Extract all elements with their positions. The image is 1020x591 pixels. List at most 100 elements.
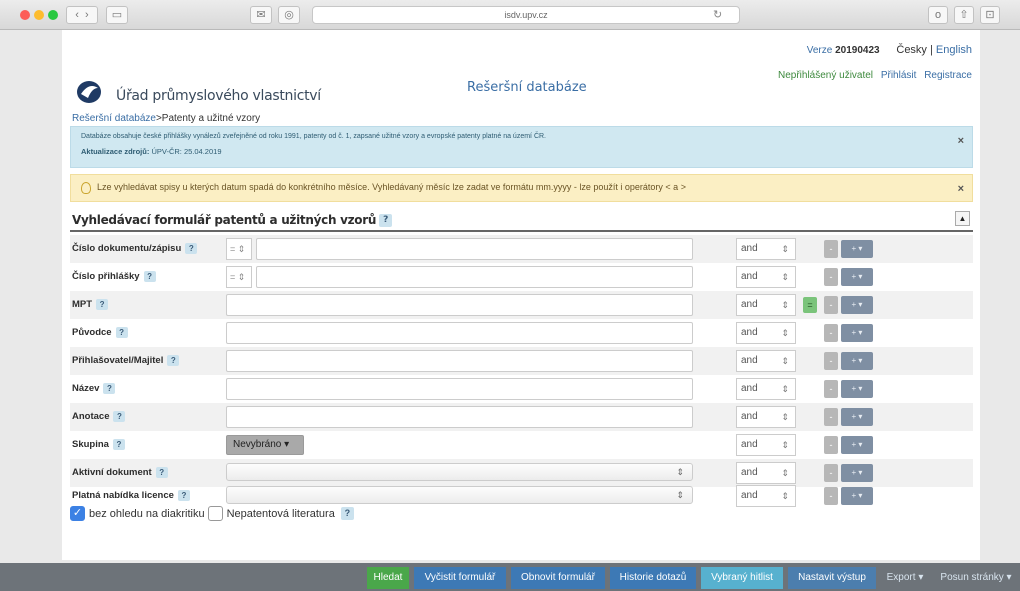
add-field-button[interactable]: + ▾ — [841, 464, 873, 482]
register-link[interactable]: Registrace — [924, 70, 972, 81]
tabs-icon[interactable]: ⊡ — [980, 6, 1000, 24]
warning-close-icon[interactable]: × — [958, 183, 964, 195]
add-field-button[interactable]: + ▾ — [841, 296, 873, 314]
remove-field-button[interactable]: - — [824, 464, 838, 482]
help-icon[interactable]: ? — [177, 490, 190, 501]
help-icon[interactable]: ? — [96, 299, 109, 310]
info-close-icon[interactable]: × — [958, 135, 964, 147]
remove-field-button[interactable]: - — [824, 487, 838, 505]
remove-field-button[interactable]: - — [824, 352, 838, 370]
add-field-button[interactable]: + ▾ — [841, 352, 873, 370]
add-field-button[interactable]: + ▾ — [841, 408, 873, 426]
help-icon[interactable]: ? — [185, 243, 198, 254]
help-icon[interactable]: ? — [103, 383, 116, 394]
restore-form-button[interactable]: Obnovit formulář — [511, 567, 605, 589]
annotation-input[interactable] — [226, 406, 693, 428]
logic-operator-select[interactable]: and ⇕ — [736, 406, 796, 428]
page-shift-dropdown[interactable]: Posun stránky ▾ — [934, 567, 1018, 589]
nonpatent-help-icon[interactable]: ? — [340, 507, 354, 520]
search-button[interactable]: Hledat — [367, 567, 409, 589]
remove-field-button[interactable]: - — [824, 240, 838, 258]
set-output-button[interactable]: Nastavit výstup — [788, 567, 876, 589]
help-icon[interactable]: ? — [167, 355, 180, 366]
operator-select[interactable]: = ⇕ — [226, 266, 252, 288]
logic-operator-select[interactable]: and ⇕ — [736, 462, 796, 484]
field-label-text: Číslo přihlášky — [72, 271, 140, 283]
remove-field-button[interactable]: - — [824, 436, 838, 454]
lang-en-link[interactable]: English — [936, 44, 972, 56]
action-bar: Hledat Vyčistit formulář Obnovit formulá… — [0, 563, 1020, 591]
add-field-button[interactable]: + ▾ — [841, 487, 873, 505]
applicant-owner-input[interactable] — [226, 350, 693, 372]
add-field-button[interactable]: + ▾ — [841, 268, 873, 286]
field-label-text: Platná nabídka licence — [72, 490, 174, 502]
collapse-form-button[interactable]: ▲ — [955, 211, 970, 226]
add-field-button[interactable]: + ▾ — [841, 324, 873, 342]
office-logo-icon[interactable] — [76, 80, 102, 104]
active-document-select[interactable]: ⇕ — [226, 463, 693, 481]
remove-field-button[interactable]: - — [824, 268, 838, 286]
help-icon[interactable]: ? — [143, 271, 156, 282]
logic-operator-select[interactable]: and ⇕ — [736, 294, 796, 316]
close-window-icon[interactable] — [20, 10, 30, 20]
query-history-button[interactable]: Historie dotazů — [610, 567, 696, 589]
form-title-rule — [70, 230, 973, 232]
logic-operator-select[interactable]: and ⇕ — [736, 322, 796, 344]
office-name[interactable]: Úřad průmyslového vlastnictví — [116, 88, 321, 104]
diacritics-checkbox[interactable]: ✓ — [70, 506, 85, 521]
add-field-button[interactable]: + ▾ — [841, 380, 873, 398]
lang-separator: | — [926, 44, 936, 56]
logic-operator-select[interactable]: and ⇕ — [736, 434, 796, 456]
logic-operator-select[interactable]: and ⇕ — [736, 266, 796, 288]
help-icon[interactable]: ? — [113, 411, 126, 422]
logic-operator-select[interactable]: and ⇕ — [736, 378, 796, 400]
privacy-icon[interactable]: ◎ — [278, 6, 300, 24]
equals-toggle-button[interactable]: = — [803, 297, 817, 313]
selected-hitlist-button[interactable]: Vybraný hitlist — [701, 567, 783, 589]
mpt-input[interactable] — [226, 294, 693, 316]
clear-form-button[interactable]: Vyčistit formulář — [414, 567, 506, 589]
remove-field-button[interactable]: - — [824, 408, 838, 426]
export-dropdown[interactable]: Export ▾ — [880, 567, 930, 589]
group-dropdown[interactable]: Nevybráno ▾ — [226, 435, 304, 455]
breadcrumb-link[interactable]: Rešeršní databáze — [72, 113, 156, 124]
select-arrow-icon: ⇕ — [781, 440, 789, 450]
field-label-text: Původce — [72, 327, 112, 339]
originator-input[interactable] — [226, 322, 693, 344]
share-icon[interactable]: ⇧ — [954, 6, 974, 24]
logic-operator-select[interactable]: and ⇕ — [736, 238, 796, 260]
select-arrow-icon: ⇕ — [781, 491, 789, 501]
remove-field-button[interactable]: - — [824, 324, 838, 342]
mail-icon[interactable]: ✉ — [250, 6, 272, 24]
operator-select[interactable]: = ⇕ — [226, 238, 252, 260]
minimize-window-icon[interactable] — [34, 10, 44, 20]
remove-field-button[interactable]: - — [824, 380, 838, 398]
license-offer-select[interactable]: ⇕ — [226, 486, 693, 504]
address-bar[interactable]: isdv.upv.cz — [312, 6, 740, 24]
row-mpt: MPT? and ⇕ = - + ▾ — [70, 291, 973, 319]
help-icon[interactable]: ? — [115, 327, 128, 338]
back-forward-buttons[interactable]: ‹ › — [66, 6, 98, 24]
add-field-button[interactable]: + ▾ — [841, 240, 873, 258]
logic-operator-select[interactable]: and ⇕ — [736, 485, 796, 507]
lightbulb-icon — [81, 182, 91, 194]
select-arrow-icon: ⇕ — [781, 300, 789, 310]
url-text: isdv.upv.cz — [504, 10, 548, 20]
sidebar-toggle-icon[interactable]: ▭ — [106, 6, 128, 24]
title-input[interactable] — [226, 378, 693, 400]
remove-field-button[interactable]: - — [824, 296, 838, 314]
select-arrow-icon: ⇕ — [781, 272, 789, 282]
form-help-icon[interactable]: ? — [379, 214, 393, 227]
document-number-input[interactable] — [256, 238, 693, 260]
extension-icon[interactable]: o — [928, 6, 948, 24]
help-icon[interactable]: ? — [112, 439, 125, 450]
login-link[interactable]: Přihlásit — [881, 70, 917, 81]
reload-icon[interactable]: ↻ — [713, 6, 722, 24]
maximize-window-icon[interactable] — [48, 10, 58, 20]
logic-operator-select[interactable]: and ⇕ — [736, 350, 796, 372]
nonpatent-checkbox[interactable] — [207, 506, 223, 521]
lang-cz-link[interactable]: Česky — [896, 44, 927, 56]
application-number-input[interactable] — [256, 266, 693, 288]
add-field-button[interactable]: + ▾ — [841, 436, 873, 454]
help-icon[interactable]: ? — [155, 467, 168, 478]
